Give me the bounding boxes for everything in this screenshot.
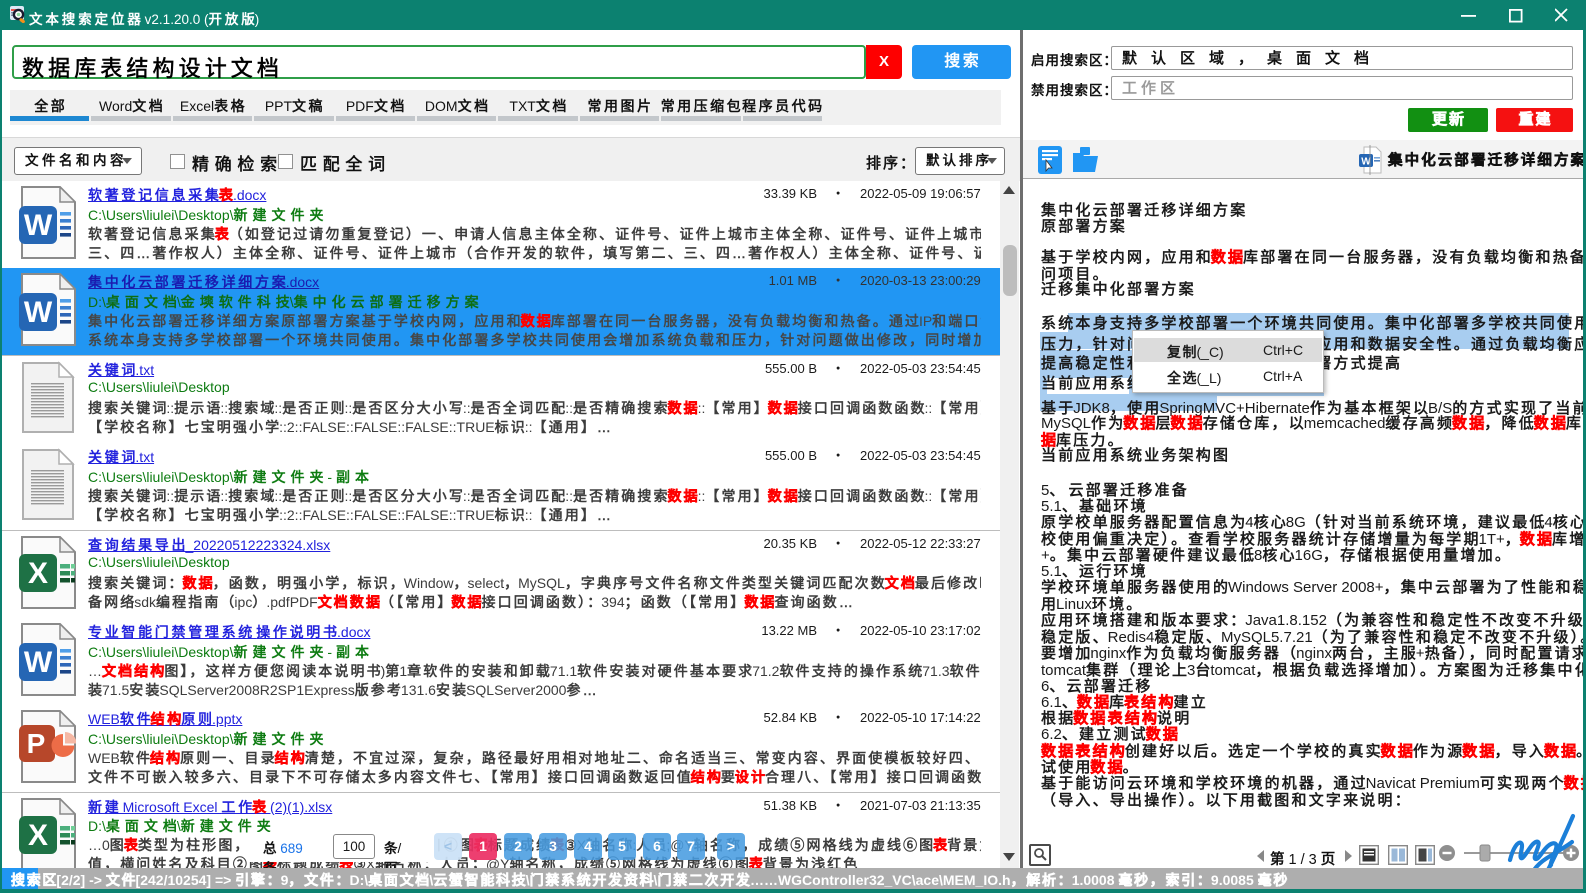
svg-text:W: W (24, 209, 53, 242)
svg-text:W: W (24, 646, 53, 679)
svg-text:W: W (24, 296, 53, 329)
svg-text:X: X (28, 819, 48, 852)
svg-text:P: P (27, 728, 46, 759)
svg-text:X: X (28, 557, 48, 590)
